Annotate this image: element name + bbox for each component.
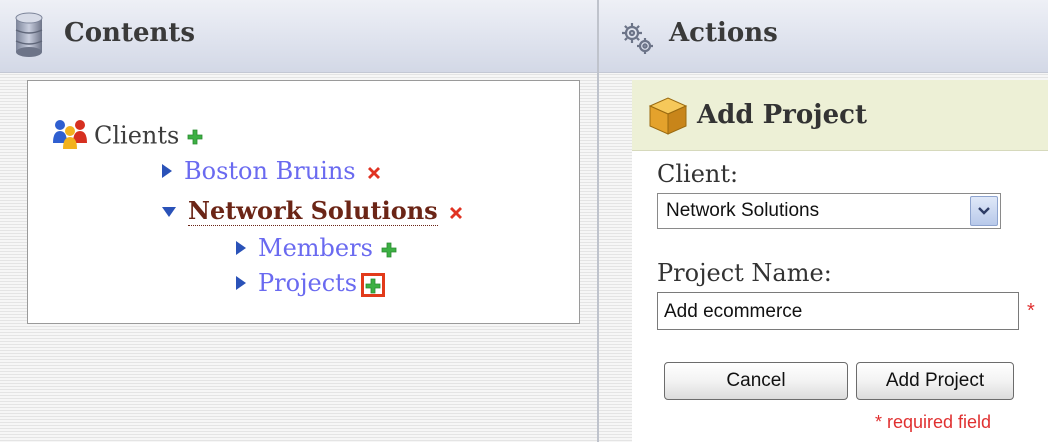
- chevron-down-icon[interactable]: [970, 196, 998, 226]
- remove-icon[interactable]: [366, 159, 382, 187]
- client-select-value: Network Solutions: [666, 200, 820, 221]
- actions-panel: Actions Add Project Client: Network Solu…: [599, 0, 1048, 442]
- project-name-value: Add ecommerce: [664, 301, 803, 322]
- tree-item-label[interactable]: Projects: [258, 269, 357, 297]
- expand-arrow-icon[interactable]: [162, 163, 172, 178]
- form-title: Add Project: [697, 100, 867, 130]
- users-icon: [52, 119, 88, 155]
- tree-item-label-current[interactable]: Network Solutions: [188, 196, 438, 226]
- actions-title: Actions: [669, 18, 778, 48]
- required-field-note: * required field: [875, 412, 992, 432]
- contents-panel: Contents Clients Boston Bruins Network S…: [0, 0, 597, 442]
- expand-arrow-icon[interactable]: [236, 275, 246, 290]
- tree-item-projects[interactable]: Projects: [236, 269, 386, 297]
- project-name-input[interactable]: Add ecommerce: [657, 292, 1019, 330]
- client-tree: Clients Boston Bruins Network Solutions …: [27, 80, 580, 324]
- tree-item-label[interactable]: Members: [258, 234, 373, 262]
- gears-icon: [619, 20, 655, 60]
- tree-item-boston-bruins[interactable]: Boston Bruins: [162, 157, 382, 187]
- package-icon: [646, 94, 690, 140]
- form-header: Add Project: [632, 80, 1048, 151]
- cancel-button[interactable]: Cancel: [664, 362, 848, 400]
- tree-root-label: Clients: [94, 121, 180, 150]
- database-icon: [14, 12, 44, 62]
- actions-header: Actions: [599, 0, 1048, 73]
- contents-header: Contents: [0, 0, 597, 73]
- expand-arrow-icon[interactable]: [236, 240, 246, 255]
- client-label: Client:: [657, 160, 739, 188]
- add-project-button[interactable]: Add Project: [856, 362, 1014, 400]
- required-marker: *: [1027, 300, 1035, 322]
- project-name-label: Project Name:: [657, 259, 832, 287]
- collapse-arrow-icon[interactable]: [162, 206, 176, 217]
- tree-item-network-solutions[interactable]: Network Solutions: [162, 196, 464, 227]
- add-member-plus-icon[interactable]: [381, 236, 397, 264]
- contents-title: Contents: [64, 18, 196, 48]
- client-select[interactable]: Network Solutions: [657, 193, 1001, 229]
- remove-icon[interactable]: [448, 199, 464, 227]
- add-client-plus-icon[interactable]: [187, 123, 203, 151]
- tree-root-clients: Clients: [52, 119, 203, 155]
- add-project-plus-icon[interactable]: [361, 272, 386, 297]
- tree-item-members[interactable]: Members: [236, 234, 397, 264]
- tree-item-label[interactable]: Boston Bruins: [184, 157, 356, 185]
